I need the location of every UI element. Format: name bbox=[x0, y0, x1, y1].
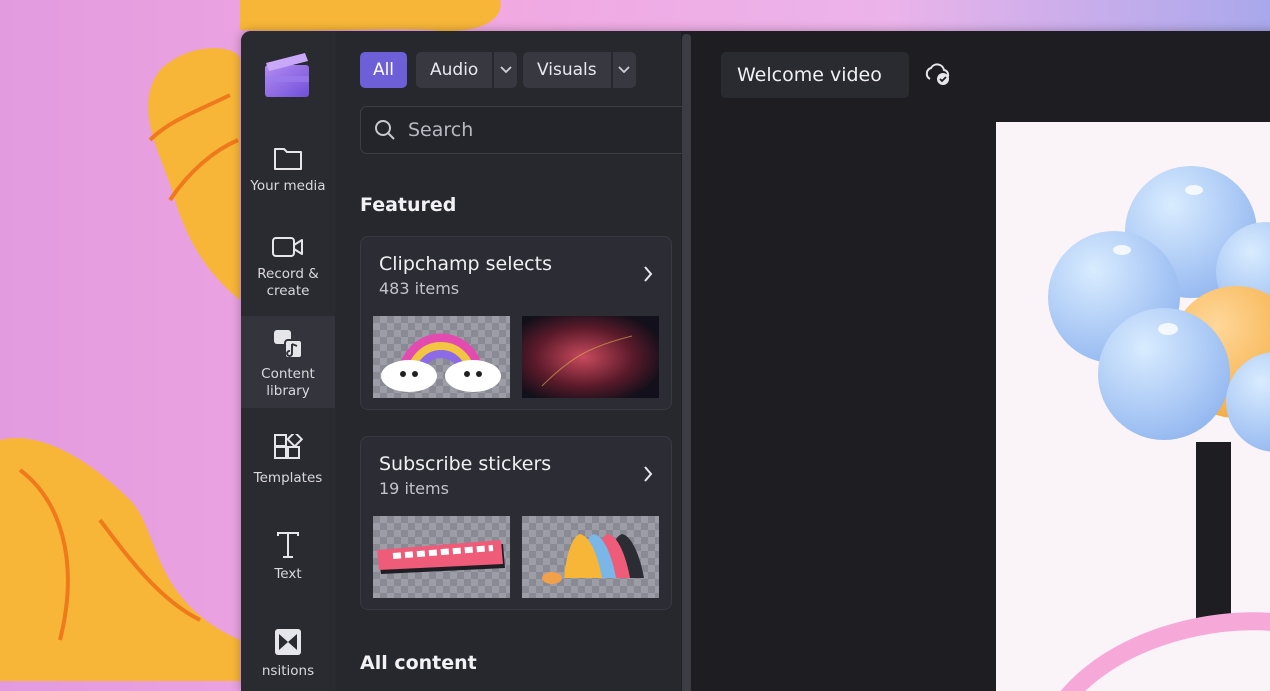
filter-audio-label: Audio bbox=[430, 60, 479, 80]
nav-label: Templates bbox=[253, 470, 323, 486]
nav-your-media[interactable]: Your media bbox=[241, 144, 335, 206]
bell-sticker-thumbnail[interactable] bbox=[522, 516, 659, 598]
chevron-down-icon[interactable] bbox=[492, 52, 517, 88]
featured-card-subscribe-stickers[interactable]: Subscribe stickers 19 items bbox=[360, 436, 672, 610]
content-library-icon bbox=[274, 330, 303, 359]
subscribe-sticker-thumbnail[interactable] bbox=[373, 516, 510, 598]
search-icon bbox=[375, 120, 395, 140]
search-placeholder: Search bbox=[408, 119, 474, 141]
filter-audio-dropdown[interactable]: Audio bbox=[416, 52, 518, 88]
nav-text[interactable]: Text bbox=[241, 530, 335, 592]
nav-label: Your media bbox=[250, 178, 326, 194]
featured-card-clipchamp-selects[interactable]: Clipchamp selects 483 items bbox=[360, 236, 672, 410]
abstract-video-thumbnail[interactable] bbox=[522, 316, 659, 398]
nav-label: Record & create bbox=[257, 266, 319, 299]
nav-label: Content library bbox=[261, 366, 315, 399]
card-title: Clipchamp selects bbox=[379, 253, 552, 275]
templates-icon bbox=[274, 434, 303, 459]
video-camera-icon bbox=[272, 237, 303, 257]
video-canvas[interactable] bbox=[996, 122, 1270, 691]
nav-transitions[interactable]: nsitions bbox=[241, 627, 335, 689]
project-title-field[interactable]: Welcome video bbox=[721, 52, 909, 98]
card-title: Subscribe stickers bbox=[379, 453, 552, 475]
all-content-heading: All content bbox=[360, 652, 477, 674]
balloon-artwork bbox=[1048, 166, 1270, 691]
folder-icon bbox=[274, 148, 302, 170]
card-count: 19 items bbox=[379, 479, 449, 498]
chevron-down-icon[interactable] bbox=[610, 52, 636, 88]
nav-templates[interactable]: Templates bbox=[241, 434, 335, 496]
preview-area: Welcome video bbox=[691, 31, 1270, 691]
rainbow-sticker-thumbnail[interactable] bbox=[373, 316, 510, 398]
panel-resize-handle[interactable] bbox=[682, 34, 691, 691]
filter-all-button[interactable]: All bbox=[360, 52, 407, 88]
transitions-icon bbox=[275, 629, 301, 655]
project-title: Welcome video bbox=[737, 64, 882, 86]
featured-heading: Featured bbox=[360, 194, 457, 216]
filter-all-label: All bbox=[372, 60, 395, 80]
app-window: Your media Record & create Content libra… bbox=[241, 31, 1270, 691]
nav-label: nsitions bbox=[261, 663, 315, 679]
chevron-right-icon[interactable] bbox=[643, 466, 653, 482]
nav-label: Text bbox=[274, 566, 302, 582]
nav-record-create[interactable]: Record & create bbox=[241, 234, 335, 316]
text-icon bbox=[277, 532, 299, 558]
filter-visuals-dropdown[interactable]: Visuals bbox=[523, 52, 636, 88]
nav-content-library[interactable]: Content library bbox=[241, 316, 335, 408]
filter-visuals-label: Visuals bbox=[537, 60, 597, 80]
nav-rail: Your media Record & create Content libra… bbox=[241, 31, 335, 691]
card-count: 483 items bbox=[379, 279, 460, 298]
search-input[interactable]: Search bbox=[360, 106, 692, 154]
cloud-check-icon[interactable] bbox=[923, 61, 953, 87]
content-panel: All Audio Visuals Search Featured Clipch… bbox=[335, 31, 692, 691]
clipchamp-logo bbox=[265, 53, 309, 97]
chevron-right-icon[interactable] bbox=[643, 266, 653, 282]
